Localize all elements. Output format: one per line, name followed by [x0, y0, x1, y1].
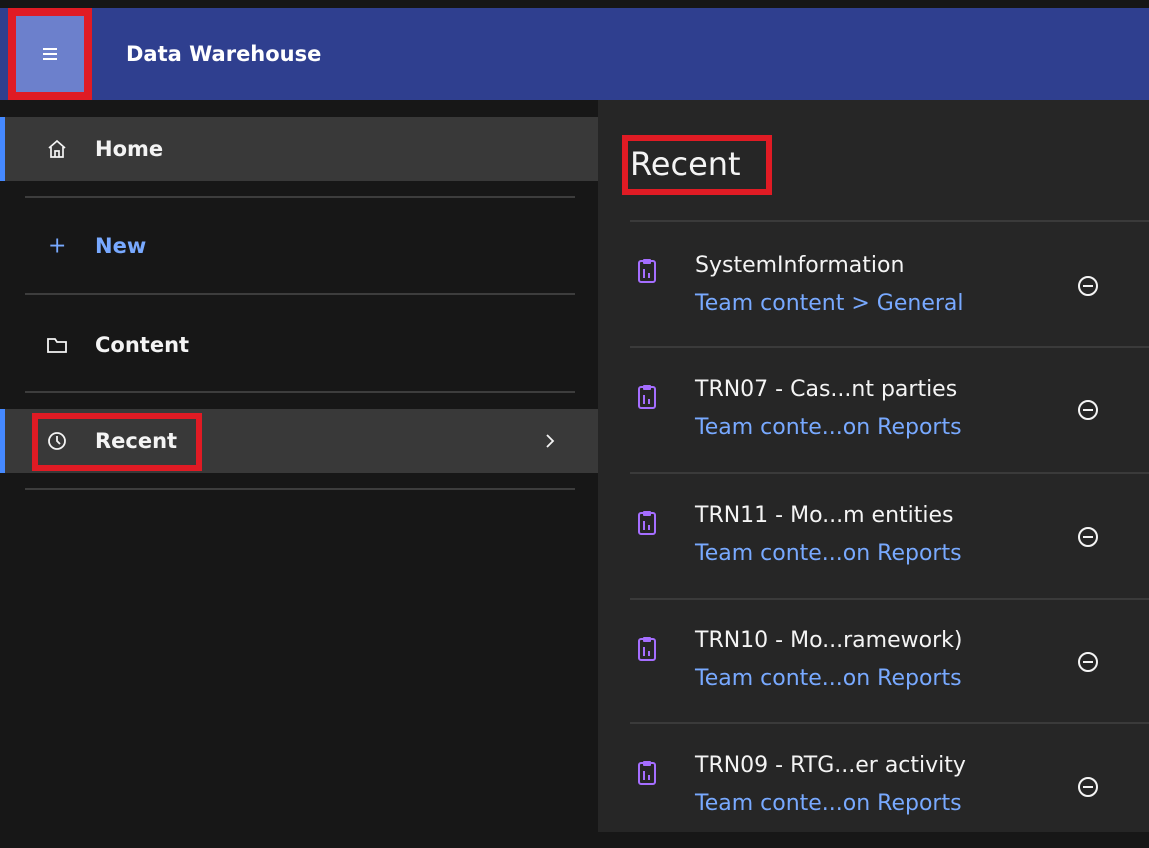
chevron-right-icon[interactable] [540, 431, 560, 451]
list-item[interactable]: TRN07 - Cas...nt parties Team conte...on… [630, 348, 1149, 472]
plus-icon: + [48, 233, 67, 259]
list-item[interactable]: SystemInformation Team content > General [630, 222, 1149, 346]
item-name: SystemInformation [695, 253, 905, 278]
item-name: TRN07 - Cas...nt parties [695, 377, 958, 402]
sidebar-divider [25, 196, 575, 198]
report-icon [638, 259, 656, 283]
list-item[interactable]: TRN09 - RTG...er activity Team conte...o… [630, 724, 1149, 848]
item-path[interactable]: Team conte...on Reports [695, 666, 962, 691]
item-name: TRN11 - Mo...m entities [695, 503, 954, 528]
item-path[interactable]: Team content > General [695, 291, 964, 316]
list-item[interactable]: TRN11 - Mo...m entities Team conte...on … [630, 474, 1149, 598]
item-name: TRN09 - RTG...er activity [695, 753, 966, 778]
page-title: Recent [630, 145, 741, 183]
list-item[interactable]: TRN10 - Mo...ramework) Team conte...on R… [630, 600, 1149, 724]
remove-icon[interactable] [1075, 524, 1101, 550]
sidebar-item-recent[interactable]: Recent [0, 409, 598, 473]
remove-icon[interactable] [1075, 273, 1101, 299]
remove-icon[interactable] [1075, 774, 1101, 800]
report-icon [638, 761, 656, 785]
folder-icon [47, 338, 67, 353]
sidebar-item-new[interactable]: + New [0, 214, 598, 278]
sidebar: Home + New Content Recent [0, 100, 598, 832]
item-name: TRN10 - Mo...ramework) [695, 628, 963, 653]
item-path[interactable]: Team conte...on Reports [695, 791, 962, 816]
item-path[interactable]: Team conte...on Reports [695, 541, 962, 566]
report-icon [638, 511, 656, 535]
clock-icon [48, 432, 66, 450]
sidebar-item-label: Recent [95, 429, 178, 453]
report-icon [638, 385, 656, 409]
hamburger-menu-icon [43, 48, 57, 60]
sidebar-item-label: Content [95, 333, 190, 357]
home-icon [48, 139, 66, 158]
sidebar-item-label: New [95, 234, 147, 258]
sidebar-divider [25, 488, 575, 490]
sidebar-item-content[interactable]: Content [0, 313, 598, 377]
sidebar-item-label: Home [95, 137, 164, 161]
sidebar-divider [25, 391, 575, 393]
sidebar-item-home[interactable]: Home [0, 117, 598, 181]
sidebar-divider [25, 293, 575, 295]
report-icon [638, 637, 656, 661]
remove-icon[interactable] [1075, 397, 1101, 423]
item-path[interactable]: Team conte...on Reports [695, 415, 962, 440]
menu-button[interactable] [8, 8, 92, 100]
app-title: Data Warehouse [126, 42, 322, 66]
remove-icon[interactable] [1075, 649, 1101, 675]
